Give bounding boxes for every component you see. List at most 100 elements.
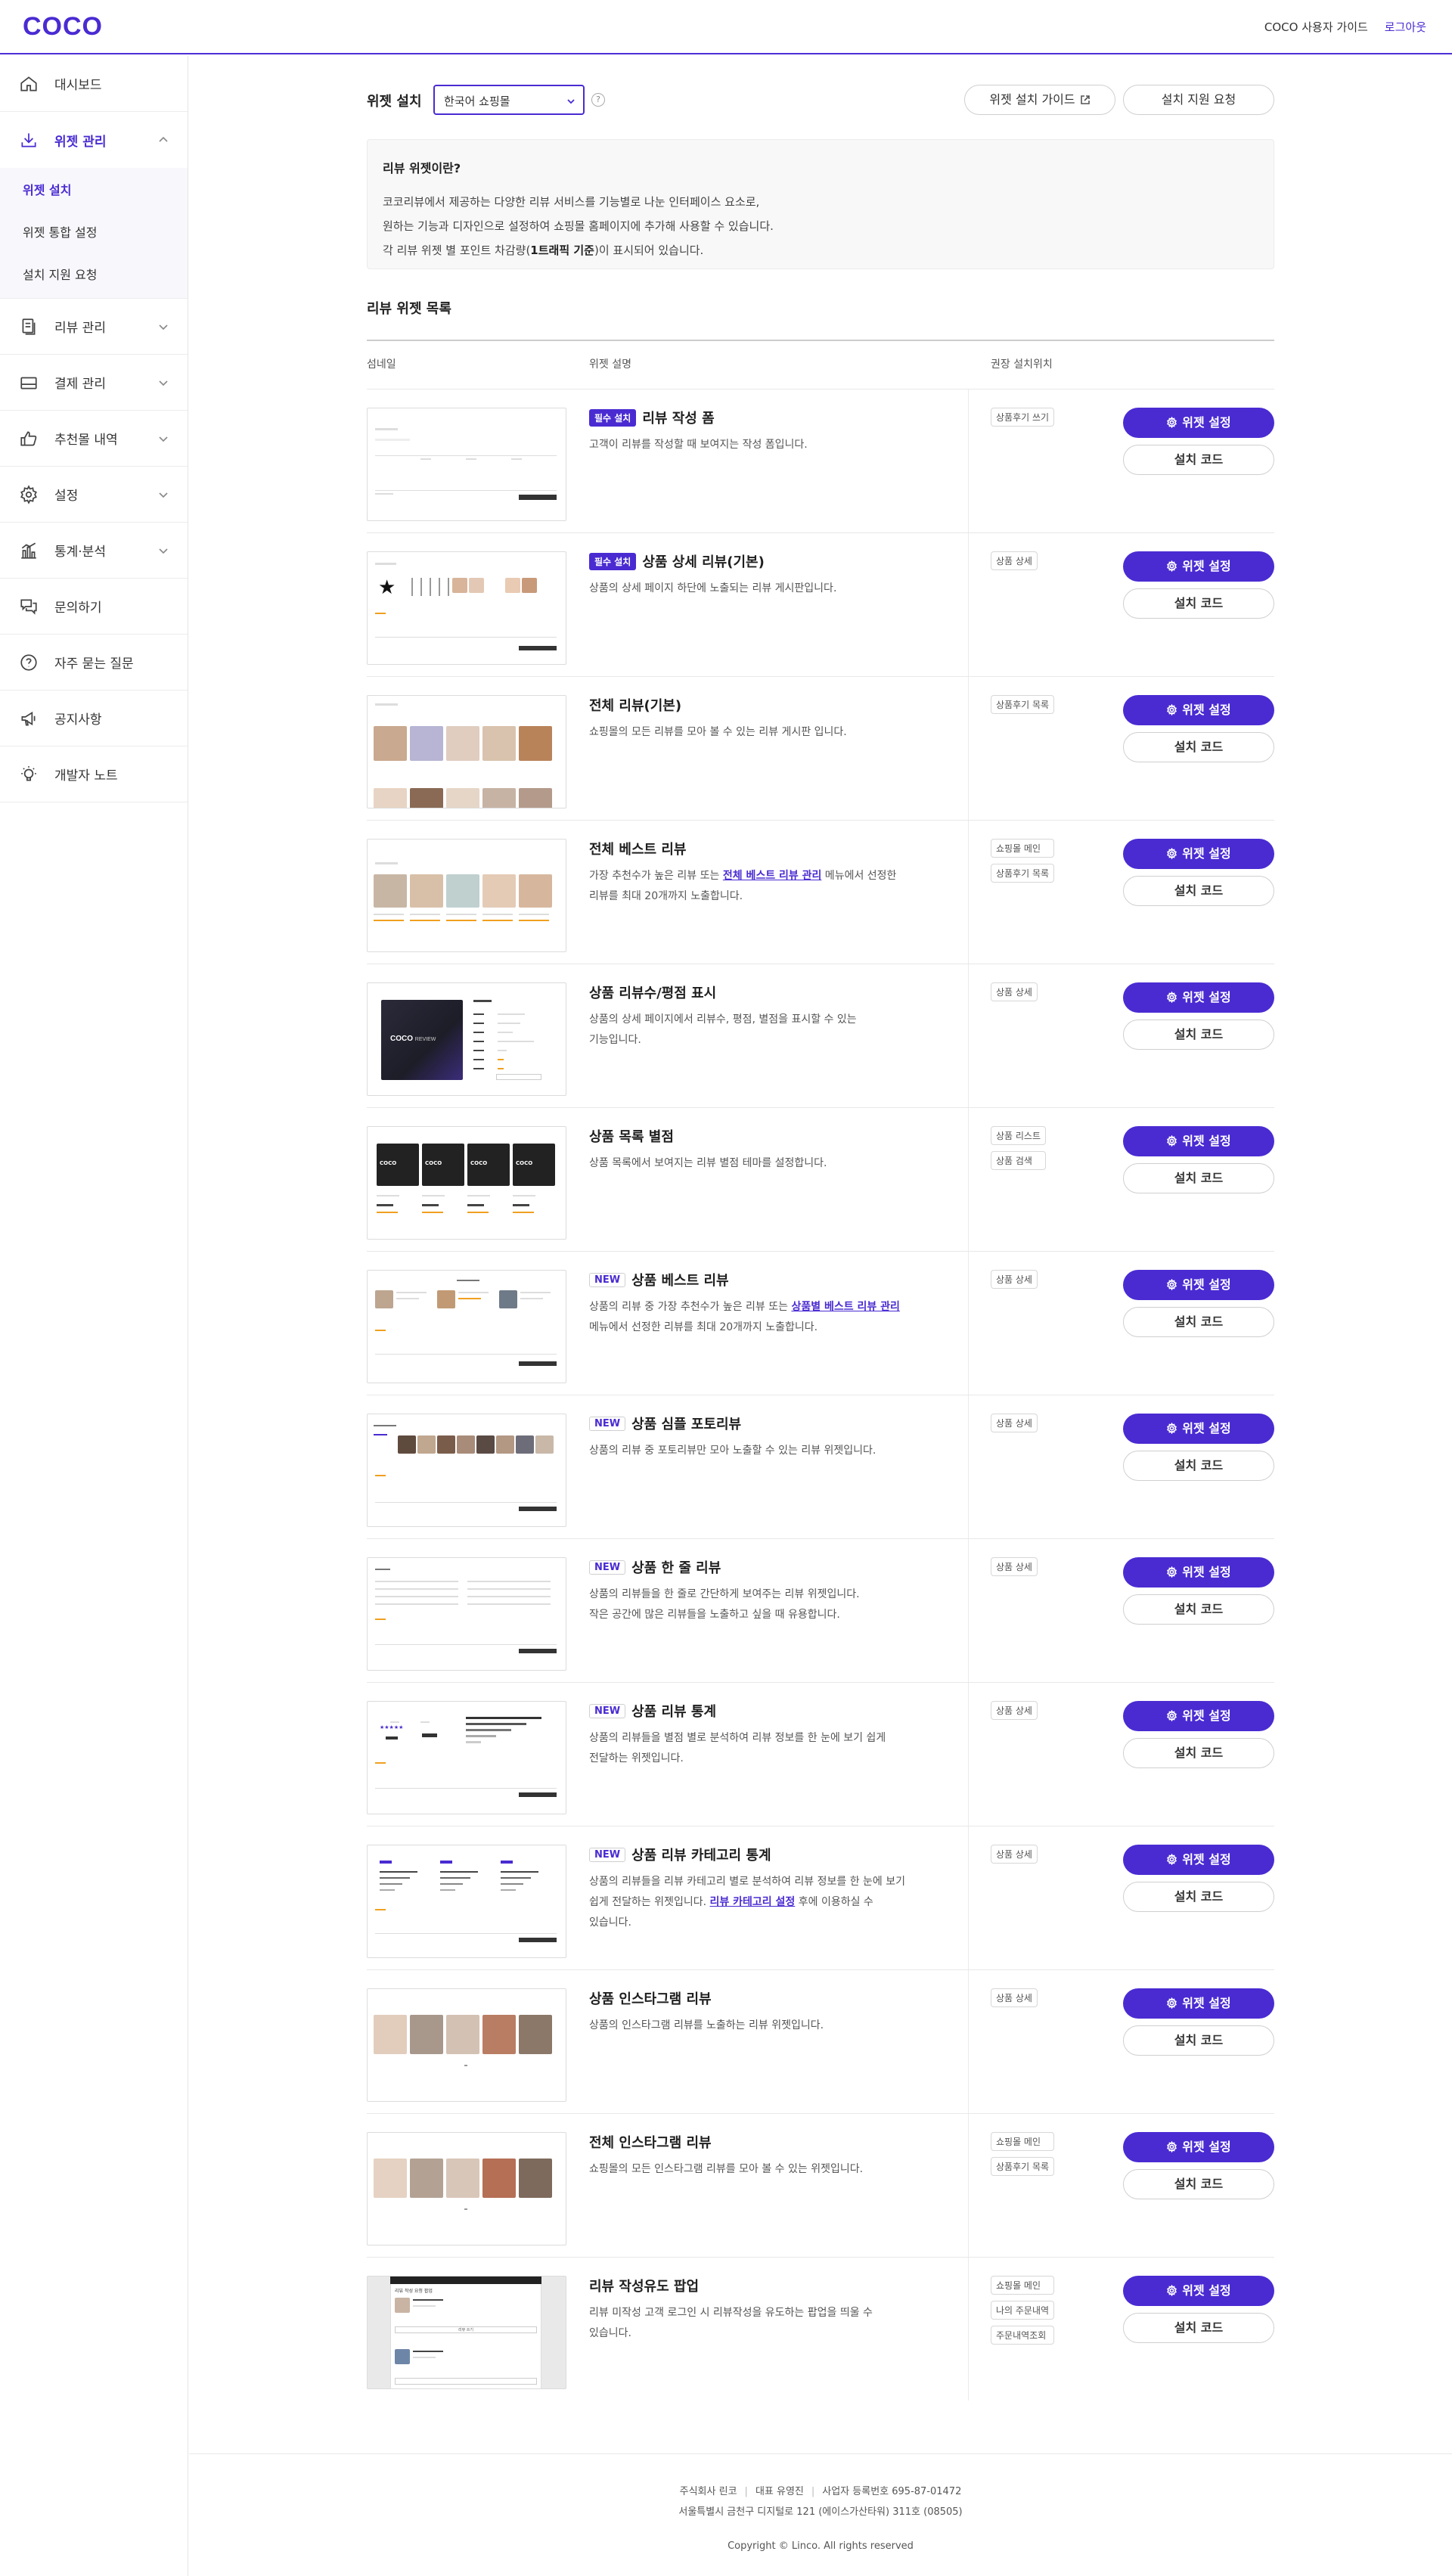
widget-row: ★ 필수 설치 상품 상세 리뷰(기본) 상품의 상세 페이지 하단에 노출되는 …: [367, 532, 1274, 676]
sidebar-item-dev-notes[interactable]: 개발자 노트: [0, 746, 188, 802]
sidebar-item-notice[interactable]: 공지사항: [0, 691, 188, 746]
chat-icon: [18, 596, 39, 617]
submenu-widget-install[interactable]: 위젯 설치: [0, 168, 188, 210]
widget-setting-button[interactable]: 위젯 설정: [1123, 2276, 1274, 2306]
widget-setting-button[interactable]: 위젯 설정: [1123, 839, 1274, 869]
install-code-button[interactable]: 설치 코드: [1123, 1451, 1274, 1481]
location-tags: 상품후기 쓰기: [991, 408, 1055, 427]
user-guide-link[interactable]: COCO 사용자 가이드: [1264, 19, 1368, 35]
sidebar-item-recommend[interactable]: 추천몰 내역: [0, 411, 188, 467]
logout-link[interactable]: 로그아웃: [1385, 19, 1426, 35]
submenu-install-support[interactable]: 설치 지원 요청: [0, 253, 188, 295]
widget-setting-button[interactable]: 위젯 설정: [1123, 1845, 1274, 1875]
install-code-button[interactable]: 설치 코드: [1123, 1594, 1274, 1625]
location-tag: 상품 상세: [991, 1701, 1038, 1720]
widget-description: 필수 설치 상품 상세 리뷰(기본) 상품의 상세 페이지 하단에 노출되는 리뷰…: [589, 551, 922, 599]
review-category-setting-link[interactable]: 리뷰 카테고리 설정: [709, 1896, 795, 1908]
widget-description: 상품 리뷰수/평점 표시 상품의 상세 페이지에서 리뷰수, 평점, 별점을 표…: [589, 982, 922, 1051]
install-code-button[interactable]: 설치 코드: [1123, 1882, 1274, 1912]
widget-guide-button[interactable]: 위젯 설치 가이드: [964, 85, 1115, 115]
install-code-button[interactable]: 설치 코드: [1123, 732, 1274, 762]
divider: [968, 1970, 969, 2113]
location-tag: 상품 검색: [991, 1151, 1047, 1170]
sidebar-item-dashboard[interactable]: 대시보드: [0, 56, 188, 112]
sidebar-item-inquiry[interactable]: 문의하기: [0, 579, 188, 635]
gear-icon: [1167, 1278, 1177, 1291]
widget-description: NEW 상품 심플 포토리뷰 상품의 리뷰 중 포토리뷰만 모아 노출할 수 있는…: [589, 1414, 922, 1461]
divider: [367, 340, 1274, 341]
sidebar-item-label: 통계·분석: [54, 545, 106, 560]
divider: [968, 1539, 969, 1682]
divider: [968, 2258, 969, 2401]
gear-icon: [18, 484, 39, 505]
widget-thumbnail: 리뷰 작성 요청 팝업 리뷰 쓰기: [367, 2276, 566, 2389]
install-code-button[interactable]: 설치 코드: [1123, 2025, 1274, 2056]
widget-thumbnail: [367, 1270, 566, 1383]
install-code-button[interactable]: 설치 코드: [1123, 2169, 1274, 2199]
widget-info-box: 리뷰 위젯이란? 코코리뷰에서 제공하는 다양한 리뷰 서비스를 기능별로 나눈…: [367, 139, 1274, 269]
widget-thumbnail: [367, 1988, 566, 2102]
divider: [968, 1683, 969, 1826]
location-tag: 상품 상세: [991, 982, 1038, 1001]
widget-setting-button[interactable]: 위젯 설정: [1123, 551, 1274, 582]
install-code-button[interactable]: 설치 코드: [1123, 1738, 1274, 1768]
widget-thumbnail: [367, 839, 566, 952]
sidebar-item-review[interactable]: 리뷰 관리: [0, 299, 188, 355]
divider: [968, 1395, 969, 1538]
star-icon: ★: [378, 576, 396, 599]
location-tags: 상품 상세: [991, 1701, 1038, 1720]
widget-desc-text: 리뷰를 최대 20개까지 노출합니다.: [589, 890, 743, 902]
install-code-button[interactable]: 설치 코드: [1123, 445, 1274, 475]
document-icon: [18, 316, 39, 337]
widget-setting-button[interactable]: 위젯 설정: [1123, 1126, 1274, 1156]
widget-desc-text: 있습니다.: [589, 2327, 631, 2339]
popup-title: 리뷰 작성 요청 팝업: [395, 2289, 433, 2294]
sidebar-item-widget[interactable]: 위젯 관리: [0, 112, 188, 168]
install-code-button[interactable]: 설치 코드: [1123, 1163, 1274, 1193]
widget-setting-button[interactable]: 위젯 설정: [1123, 2132, 1274, 2162]
megaphone-icon: [18, 708, 39, 729]
sidebar-item-stats[interactable]: 통계·분석: [0, 523, 188, 579]
widget-title: 전체 리뷰(기본): [589, 698, 682, 714]
chevron-up-icon: [157, 134, 169, 146]
widget-setting-button[interactable]: 위젯 설정: [1123, 1270, 1274, 1300]
install-code-button[interactable]: 설치 코드: [1123, 588, 1274, 619]
location-tag: 상품 상세: [991, 1270, 1038, 1289]
widget-desc-text: 리뷰 미작성 고객 로그인 시 리뷰작성을 유도하는 팝업을 띄울 수: [589, 2307, 873, 2319]
install-code-button[interactable]: 설치 코드: [1123, 876, 1274, 906]
best-review-manage-link[interactable]: 전체 베스트 리뷰 관리: [723, 870, 822, 882]
widget-setting-button[interactable]: 위젯 설정: [1123, 982, 1274, 1013]
widget-desc-text: 가장 추천수가 높은 리뷰 또는 전체 베스트 리뷰 관리 메뉴에서 선정한: [589, 870, 897, 882]
widget-setting-button[interactable]: 위젯 설정: [1123, 1557, 1274, 1587]
gear-icon: [1167, 1997, 1177, 2010]
chart-icon: [18, 540, 39, 561]
sidebar-item-label: 대시보드: [54, 78, 102, 93]
install-code-button[interactable]: 설치 코드: [1123, 1307, 1274, 1337]
install-code-button[interactable]: 설치 코드: [1123, 2313, 1274, 2343]
widget-thumbnail: [367, 695, 566, 808]
widget-setting-button[interactable]: 위젯 설정: [1123, 1701, 1274, 1731]
sidebar-item-payment[interactable]: 결제 관리: [0, 355, 188, 411]
location-tag: 상품 상세: [991, 1845, 1038, 1864]
widget-thumbnail: COCO REVIEW: [367, 982, 566, 1096]
widget-setting-button[interactable]: 위젯 설정: [1123, 1988, 1274, 2019]
widget-thumbnail: COCO COCO COCO COCO: [367, 1126, 566, 1240]
widget-setting-button[interactable]: 위젯 설정: [1123, 695, 1274, 725]
install-code-button[interactable]: 설치 코드: [1123, 1020, 1274, 1050]
install-support-button[interactable]: 설치 지원 요청: [1123, 85, 1274, 115]
widget-desc-text: 상품의 리뷰들을 한 줄로 간단하게 보여주는 리뷰 위젯입니다.: [589, 1588, 860, 1600]
mall-select[interactable]: 한국어 쇼핑몰: [433, 85, 585, 115]
location-tags: 상품 상세: [991, 982, 1038, 1001]
product-best-review-manage-link[interactable]: 상품별 베스트 리뷰 관리: [791, 1301, 899, 1313]
sidebar-item-settings[interactable]: 설정: [0, 467, 188, 523]
widget-desc-text: 상품의 리뷰 중 포토리뷰만 모아 노출할 수 있는 리뷰 위젯입니다.: [589, 1445, 876, 1457]
widget-setting-button[interactable]: 위젯 설정: [1123, 1414, 1274, 1444]
widget-setting-button[interactable]: 위젯 설정: [1123, 408, 1274, 438]
widget-desc-text: 상품 목록에서 보여지는 리뷰 별점 테마를 설정합니다.: [589, 1157, 827, 1169]
submenu-widget-integration[interactable]: 위젯 통합 설정: [0, 210, 188, 253]
coco-logo[interactable]: COCO: [23, 12, 103, 42]
help-icon[interactable]: ?: [591, 93, 605, 107]
divider: [968, 1108, 969, 1251]
sidebar-item-faq[interactable]: 자주 묻는 질문: [0, 635, 188, 691]
external-link-icon: [1080, 95, 1090, 104]
